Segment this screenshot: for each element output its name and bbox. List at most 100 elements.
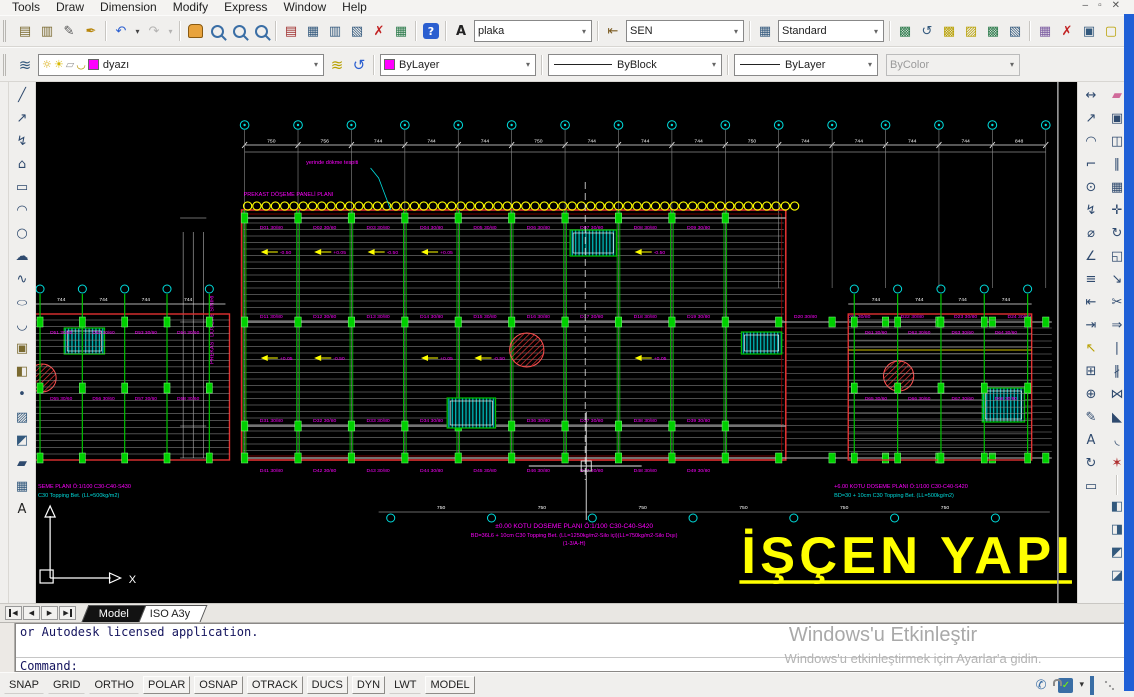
dimension-text-edit-button[interactable]: A	[1080, 429, 1103, 452]
line-button[interactable]: ╱	[11, 84, 34, 107]
jogged-dimension-button[interactable]: ↯	[1080, 199, 1103, 222]
layer-unisolate-button[interactable]: ▨	[960, 20, 982, 42]
layer-off-button[interactable]: ✗	[1056, 20, 1078, 42]
menu-express[interactable]: Express	[216, 0, 275, 15]
continue-dimension-button[interactable]: ⇥	[1080, 314, 1103, 337]
construction-line-button[interactable]: ↗	[11, 107, 34, 130]
close-icon[interactable]: ✕	[1112, 0, 1120, 11]
baseline-dimension-button[interactable]: ⇤	[1080, 291, 1103, 314]
toggle-osnap[interactable]: OSNAP	[194, 676, 243, 694]
help-button[interactable]: ?	[420, 20, 442, 42]
polygon-button[interactable]: ⌂	[11, 153, 34, 176]
lineweight-combo[interactable]: ByLayer ▾	[734, 54, 878, 76]
point-button[interactable]: •	[11, 383, 34, 406]
layer-unlock-button[interactable]: ▢	[1100, 20, 1122, 42]
undo-button[interactable]: ↶	[110, 20, 132, 42]
region-button[interactable]: ▰	[11, 452, 34, 475]
arc-button[interactable]: ◠	[11, 199, 34, 222]
copy-clip-button[interactable]: ▥	[36, 20, 58, 42]
sheetset-manager-button[interactable]: ▧	[346, 20, 368, 42]
minimize-icon[interactable]: –	[1083, 0, 1089, 11]
linear-dimension-button[interactable]: ↔	[1080, 84, 1103, 107]
match-properties-button[interactable]: ✒	[80, 20, 102, 42]
layer-isolate-button[interactable]: ▩	[938, 20, 960, 42]
clean-screen-icon[interactable]	[1090, 678, 1094, 693]
toggle-snap[interactable]: SNAP	[4, 676, 44, 694]
quickcalc-button[interactable]: ▦	[390, 20, 412, 42]
layer-lock-button[interactable]: ▣	[1078, 20, 1100, 42]
next-tab-button[interactable]: ▶	[41, 606, 58, 620]
previous-tab-button[interactable]: ◀	[23, 606, 40, 620]
center-mark-button[interactable]: ⊕	[1080, 383, 1103, 406]
toolpalettes-button[interactable]: ▥	[324, 20, 346, 42]
resize-grip[interactable]	[1104, 680, 1114, 690]
layer-walk-button[interactable]: ▧	[1004, 20, 1026, 42]
quick-leader-button[interactable]: ↖	[1080, 337, 1103, 360]
toolbar-grip[interactable]	[3, 54, 11, 76]
dimension-update-button[interactable]: ↻	[1080, 452, 1103, 475]
copy-objects-new-layer-button[interactable]: ▩	[982, 20, 1004, 42]
layer-match-button[interactable]: ▦	[1034, 20, 1056, 42]
restore-icon[interactable]: ▫	[1098, 0, 1102, 11]
designcenter-button[interactable]: ▦	[302, 20, 324, 42]
toggle-lwt[interactable]: LWT	[389, 676, 421, 694]
layer-on-icon[interactable]: ☼	[42, 58, 52, 71]
cad-drawing[interactable]: 7507567447447447507447447447507447447447…	[36, 82, 1077, 603]
command-prompt[interactable]: Command:	[16, 658, 1133, 675]
layer-states-manager-button[interactable]: ≋	[326, 54, 348, 76]
table-style-combo[interactable]: Standard ▾	[778, 20, 884, 42]
undo-menu-button[interactable]: ▾	[132, 20, 143, 42]
ellipse-button[interactable]: ○	[11, 291, 34, 314]
layer-unlock-icon[interactable]: ◡	[76, 58, 86, 71]
dim-style-button[interactable]: ⇤	[602, 20, 624, 42]
angular-dimension-button[interactable]: ∠	[1080, 245, 1103, 268]
menu-dimension[interactable]: Dimension	[92, 0, 165, 15]
aligned-dimension-button[interactable]: ↗	[1080, 107, 1103, 130]
toggle-grid[interactable]: GRID	[48, 676, 86, 694]
make-block-button[interactable]: ◧	[11, 360, 34, 383]
multiline-text-button[interactable]: A	[11, 498, 34, 521]
ellipse-arc-button[interactable]: ◡	[11, 314, 34, 337]
communication-center-icon[interactable]: ✆	[1036, 678, 1047, 693]
zoom-realtime-button[interactable]	[206, 20, 228, 42]
paste-button[interactable]: ▤	[14, 20, 36, 42]
command-history[interactable]: or Autodesk licensed application.	[16, 624, 1133, 658]
zoom-previous-button[interactable]	[250, 20, 272, 42]
layer-previous-button[interactable]: ↺	[916, 20, 938, 42]
circle-button[interactable]: ○	[11, 222, 34, 245]
text-style-button[interactable]: A	[450, 20, 472, 42]
properties-palette-button[interactable]: ▤	[280, 20, 302, 42]
drawing-canvas[interactable]: 7507567447447447507447447447507447447447…	[36, 82, 1077, 603]
table-style-button[interactable]: ▦	[754, 20, 776, 42]
dim-style-combo[interactable]: SEN ▾	[626, 20, 744, 42]
spline-button[interactable]: ∿	[11, 268, 34, 291]
radius-dimension-button[interactable]: ⊙	[1080, 176, 1103, 199]
layer-previous-button[interactable]: ↺	[348, 54, 370, 76]
tray-menu-icon[interactable]: ▾	[1079, 680, 1084, 690]
menu-window[interactable]: Window	[275, 0, 334, 15]
insert-block-button[interactable]: ▣	[11, 337, 34, 360]
linetype-combo[interactable]: ByBlock ▾	[548, 54, 722, 76]
hatch-button[interactable]: ▨	[11, 406, 34, 429]
diameter-dimension-button[interactable]: ⌀	[1080, 222, 1103, 245]
tolerance-button[interactable]: ⊞	[1080, 360, 1103, 383]
first-tab-button[interactable]: ◀	[5, 606, 22, 620]
ordinate-dimension-button[interactable]: ⌐	[1080, 153, 1103, 176]
revision-cloud-button[interactable]: ☁	[11, 245, 34, 268]
layer-combo[interactable]: ☼ ☀ ▱ ◡ dyazı ▾	[38, 54, 324, 76]
dimension-edit-button[interactable]: ✎	[1080, 406, 1103, 429]
pencil-edit-button[interactable]: ✎	[58, 20, 80, 42]
layer-viewport-freeze-icon[interactable]: ▱	[66, 58, 74, 71]
arc-length-dimension-button[interactable]: ◠	[1080, 130, 1103, 153]
zoom-window-button[interactable]	[228, 20, 250, 42]
layer-color-swatch[interactable]	[88, 59, 99, 70]
tab-model[interactable]: Model	[82, 605, 147, 622]
quick-dimension-button[interactable]: ≡	[1080, 268, 1103, 291]
toolbar-grip[interactable]	[0, 82, 9, 603]
gradient-button[interactable]: ◩	[11, 429, 34, 452]
toggle-ducs[interactable]: DUCS	[307, 676, 348, 694]
menu-tools[interactable]: Tools	[4, 0, 48, 15]
make-object-layer-current-button[interactable]: ▩	[894, 20, 916, 42]
text-style-combo[interactable]: plaka ▾	[474, 20, 592, 42]
toggle-dyn[interactable]: DYN	[352, 676, 385, 694]
